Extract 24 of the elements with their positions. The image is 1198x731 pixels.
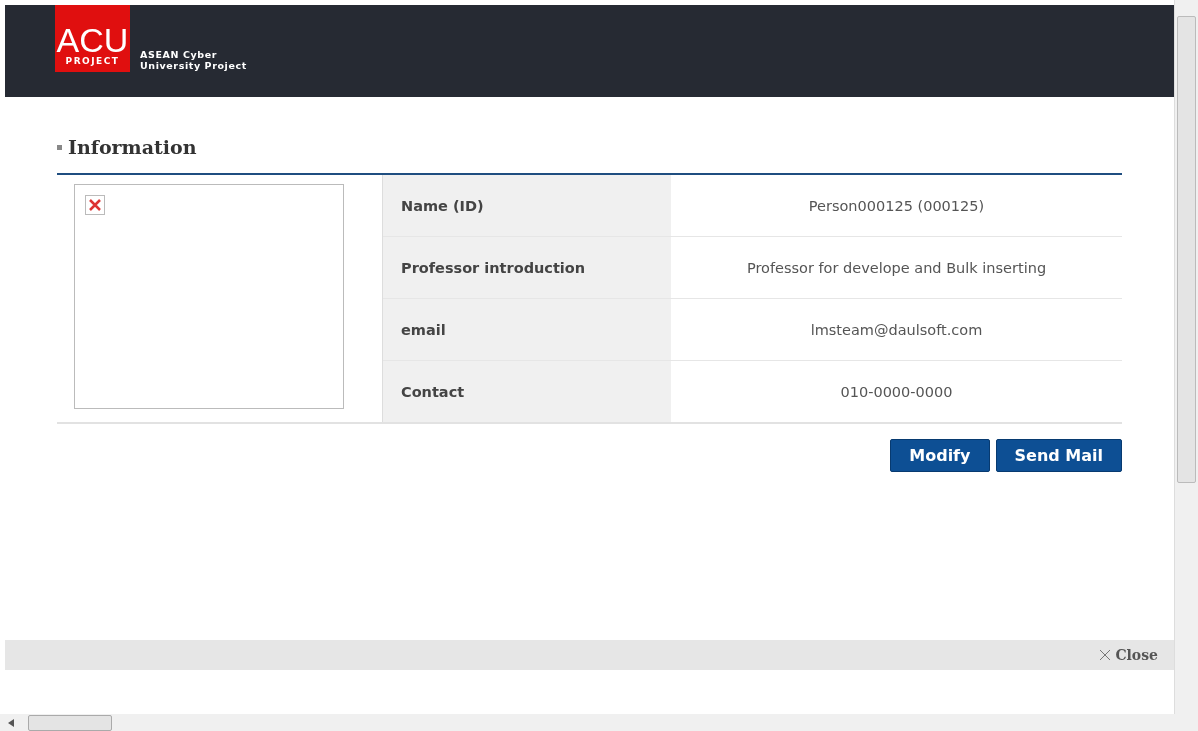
field-label: Professor introduction [383, 237, 671, 298]
bullet-icon [57, 144, 62, 150]
modify-button[interactable]: Modify [890, 439, 990, 472]
field-value: Professor for develope and Bulk inserting [745, 258, 1048, 278]
broken-image-icon [85, 195, 105, 215]
scroll-thumb[interactable] [28, 714, 112, 731]
tagline: ASEAN Cyber [140, 49, 218, 60]
field-label: email [383, 299, 671, 360]
field-value: Person000125 (000125) [807, 196, 986, 216]
section-title: Information [68, 136, 197, 158]
horizontal-scrollbar[interactable] [0, 714, 1198, 731]
logo-text: ACU [56, 24, 129, 56]
field-value: 010-0000-0000 [839, 382, 954, 402]
scroll-thumb[interactable] [1177, 16, 1196, 483]
close-button[interactable]: Close [1099, 647, 1158, 663]
tagline: University Project [140, 60, 247, 71]
logo-subtext: PROJECT [65, 56, 120, 66]
send-mail-button[interactable]: Send Mail [995, 439, 1122, 472]
field-label: Name (ID) [383, 175, 671, 236]
field-label: Contact [383, 361, 671, 422]
vertical-scrollbar[interactable] [1174, 0, 1198, 714]
close-icon [1099, 649, 1112, 661]
scroll-left-icon[interactable] [8, 718, 14, 727]
field-value: lmsteam@daulsoft.com [809, 320, 984, 340]
